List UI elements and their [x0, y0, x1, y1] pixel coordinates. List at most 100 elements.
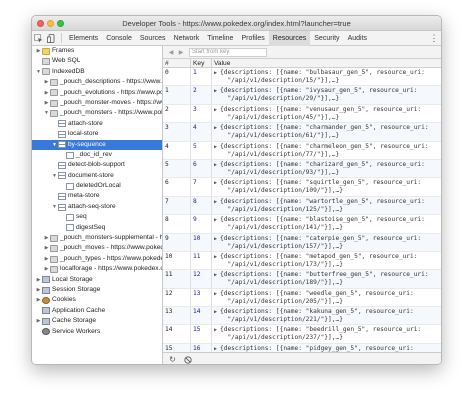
db-icon — [50, 89, 58, 97]
sidebar-item[interactable]: ▼ by-sequence — [32, 139, 162, 150]
previous-page-icon[interactable]: ◀ — [166, 46, 176, 58]
device-mode-icon[interactable] — [45, 31, 58, 46]
expanded-triangle-icon[interactable]: ▼ — [51, 171, 58, 181]
expanded-triangle-icon[interactable]: ▼ — [43, 108, 50, 118]
sidebar-item[interactable]: ▶ Local Storage — [32, 275, 162, 285]
value-text: {descriptions: [{name: "bulbasaur_gen_5"… — [220, 69, 425, 85]
value-line: "/api/v1/description/205/"}],…} — [220, 297, 343, 305]
collapsed-triangle-icon[interactable]: ▶ — [43, 98, 50, 108]
table-row[interactable]: 9 10 ▶ {descriptions: [{name: "caterpie_gen… — [163, 233, 441, 252]
collapsed-triangle-icon[interactable]: ▶ — [43, 264, 50, 274]
column-header-index[interactable]: # — [163, 59, 191, 67]
sidebar-item-label: digestSeq — [76, 223, 106, 231]
sidebar-item[interactable]: local-store — [32, 129, 162, 139]
inspect-icon[interactable] — [32, 31, 45, 46]
sidebar-item[interactable]: Web SQL — [32, 56, 162, 66]
collapsed-triangle-icon[interactable]: ▶ — [43, 243, 50, 253]
table-icon — [58, 120, 66, 128]
tab-network[interactable]: Network — [170, 31, 204, 46]
sidebar-item[interactable]: digestSeq — [32, 223, 162, 233]
table-row[interactable]: 4 5 ▶ {descriptions: [{name: "charmeleon_ge… — [163, 141, 441, 160]
expanded-triangle-icon[interactable]: ▼ — [51, 140, 58, 150]
tab-security[interactable]: Security — [310, 31, 343, 46]
row-index: 11 — [163, 270, 191, 288]
collapsed-triangle-icon[interactable]: ▶ — [35, 316, 42, 326]
tab-resources[interactable]: Resources — [268, 30, 311, 46]
table-row[interactable]: 0 1 ▶ {descriptions: [{name: "bulbasaur_gen… — [163, 68, 441, 87]
sidebar-item-label: _pouch_moves - https://www.pokedex.org — [60, 244, 162, 252]
table-row[interactable]: 14 15 ▶ {descriptions: [{name: "beedrill_ge… — [163, 325, 441, 344]
tab-profiles[interactable]: Profiles — [237, 31, 268, 46]
collapsed-triangle-icon[interactable]: ▶ — [35, 275, 42, 285]
sidebar-item[interactable]: ▶ _pouch_monster-moves - https://www.pok — [32, 98, 162, 108]
collapsed-triangle-icon[interactable]: ▶ — [43, 88, 50, 98]
expanded-triangle-icon[interactable]: ▼ — [35, 67, 42, 77]
sidebar-item[interactable]: attach-store — [32, 119, 162, 129]
tab-elements[interactable]: Elements — [65, 31, 102, 46]
db-icon — [50, 245, 58, 253]
tab-sources[interactable]: Sources — [136, 31, 170, 46]
sidebar-item[interactable]: ▶ localforage - https://www.pokedex.org — [32, 264, 162, 274]
sidebar-item[interactable]: ▶ Frames — [32, 46, 162, 56]
row-key: 6 — [191, 159, 212, 178]
value-line: "/api/v1/description/173/"}],…} — [220, 260, 343, 268]
collapsed-triangle-icon[interactable]: ▶ — [35, 285, 42, 295]
expanded-triangle-icon[interactable]: ▼ — [51, 202, 58, 212]
clear-icon[interactable] — [183, 355, 192, 364]
row-key: 8 — [191, 196, 212, 215]
sidebar-item[interactable]: meta-store — [32, 191, 162, 201]
start-from-key-input[interactable] — [189, 47, 267, 57]
sidebar-item[interactable]: ▶ _pouch_monsters-supplemental - https:// — [32, 233, 162, 243]
storage-icon — [42, 307, 50, 315]
column-header-key[interactable]: Key — [191, 59, 212, 67]
table-row[interactable]: 15 16 ▶ {descriptions: [{name: "pidgey_gen_… — [163, 343, 441, 352]
refresh-icon[interactable]: ↻ — [168, 355, 177, 364]
collapsed-triangle-icon[interactable]: ▶ — [35, 295, 42, 305]
toolbar-divider — [61, 33, 62, 43]
sidebar-item[interactable]: ▶ Cookies — [32, 295, 162, 305]
tab-console[interactable]: Console — [102, 31, 136, 46]
sidebar-item[interactable]: ▼ attach-seq-store — [32, 202, 162, 212]
table-row[interactable]: 13 14 ▶ {descriptions: [{name: "kakuna_gen_… — [163, 307, 441, 326]
sidebar-item[interactable]: Service Workers — [32, 327, 162, 337]
next-page-icon[interactable]: ▶ — [176, 46, 186, 58]
table-row[interactable]: 5 6 ▶ {descriptions: [{name: "charizard_gen… — [163, 159, 441, 179]
table-row[interactable]: 2 3 ▶ {descriptions: [{name: "venusaur_gen_… — [163, 104, 441, 124]
sidebar-item[interactable]: Application Cache — [32, 306, 162, 316]
sidebar-item[interactable]: ▶ Session Storage — [32, 285, 162, 295]
sidebar-item[interactable]: ▼ _pouch_monsters - https://www.pokedex.o — [32, 108, 162, 118]
row-key: 3 — [191, 104, 212, 123]
table-row[interactable]: 11 12 ▶ {descriptions: [{name: "butterfree_… — [163, 270, 441, 289]
tab-audits[interactable]: Audits — [344, 31, 371, 46]
table-row[interactable]: 7 8 ▶ {descriptions: [{name: "wartortle_gen… — [163, 196, 441, 216]
value-line: "/api/v1/description/141/"}],…} — [220, 224, 343, 232]
table-row[interactable]: 8 9 ▶ {descriptions: [{name: "blastoise_gen… — [163, 215, 441, 234]
sidebar-item[interactable]: ▶ _pouch_descriptions - https://www.poked… — [32, 77, 162, 87]
sidebar-item[interactable]: detect-blob-support — [32, 160, 162, 170]
value-line: {descriptions: [{name: "venusaur_gen_5",… — [220, 105, 422, 113]
collapsed-triangle-icon[interactable]: ▶ — [43, 77, 50, 87]
table-row[interactable]: 6 7 ▶ {descriptions: [{name: "squirtle_gen_… — [163, 178, 441, 197]
sidebar-item[interactable]: ▼ IndexedDB — [32, 67, 162, 77]
table-row[interactable]: 12 13 ▶ {descriptions: [{name: "weedle_gen_… — [163, 288, 441, 308]
table-row[interactable]: 10 11 ▶ {descriptions: [{name: "metapod_gen… — [163, 251, 441, 271]
sidebar-item[interactable]: seq — [32, 212, 162, 222]
sidebar-item[interactable]: ▶ Cache Storage — [32, 316, 162, 326]
sidebar-item[interactable]: ▼ document-store — [32, 171, 162, 181]
sidebar-item[interactable]: deletedOrLocal — [32, 181, 162, 191]
column-header-value[interactable]: Value — [212, 59, 441, 67]
collapsed-triangle-icon[interactable]: ▶ — [43, 254, 50, 264]
tab-timeline[interactable]: Timeline — [203, 31, 237, 46]
more-options-icon[interactable]: ⋮ — [430, 31, 439, 46]
row-value: ▶ {descriptions: [{name: "caterpie_gen_5"… — [212, 234, 441, 251]
table-row[interactable]: 1 2 ▶ {descriptions: [{name: "ivysaur_gen_5… — [163, 86, 441, 105]
collapsed-triangle-icon[interactable]: ▶ — [35, 46, 42, 56]
collapsed-triangle-icon[interactable]: ▶ — [43, 233, 50, 243]
sidebar-item[interactable]: ▶ _pouch_evolutions - https://www.pokedex… — [32, 88, 162, 98]
sidebar-item[interactable]: ▶ _pouch_types - https://www.pokedex.org — [32, 254, 162, 264]
row-key: 12 — [191, 270, 212, 288]
grid-header: # Key Value — [163, 59, 441, 68]
sidebar-item[interactable]: _doc_id_rev — [32, 150, 162, 160]
table-row[interactable]: 3 4 ▶ {descriptions: [{name: "charmander_ge… — [163, 123, 441, 142]
sidebar-item[interactable]: ▶ _pouch_moves - https://www.pokedex.org — [32, 243, 162, 253]
